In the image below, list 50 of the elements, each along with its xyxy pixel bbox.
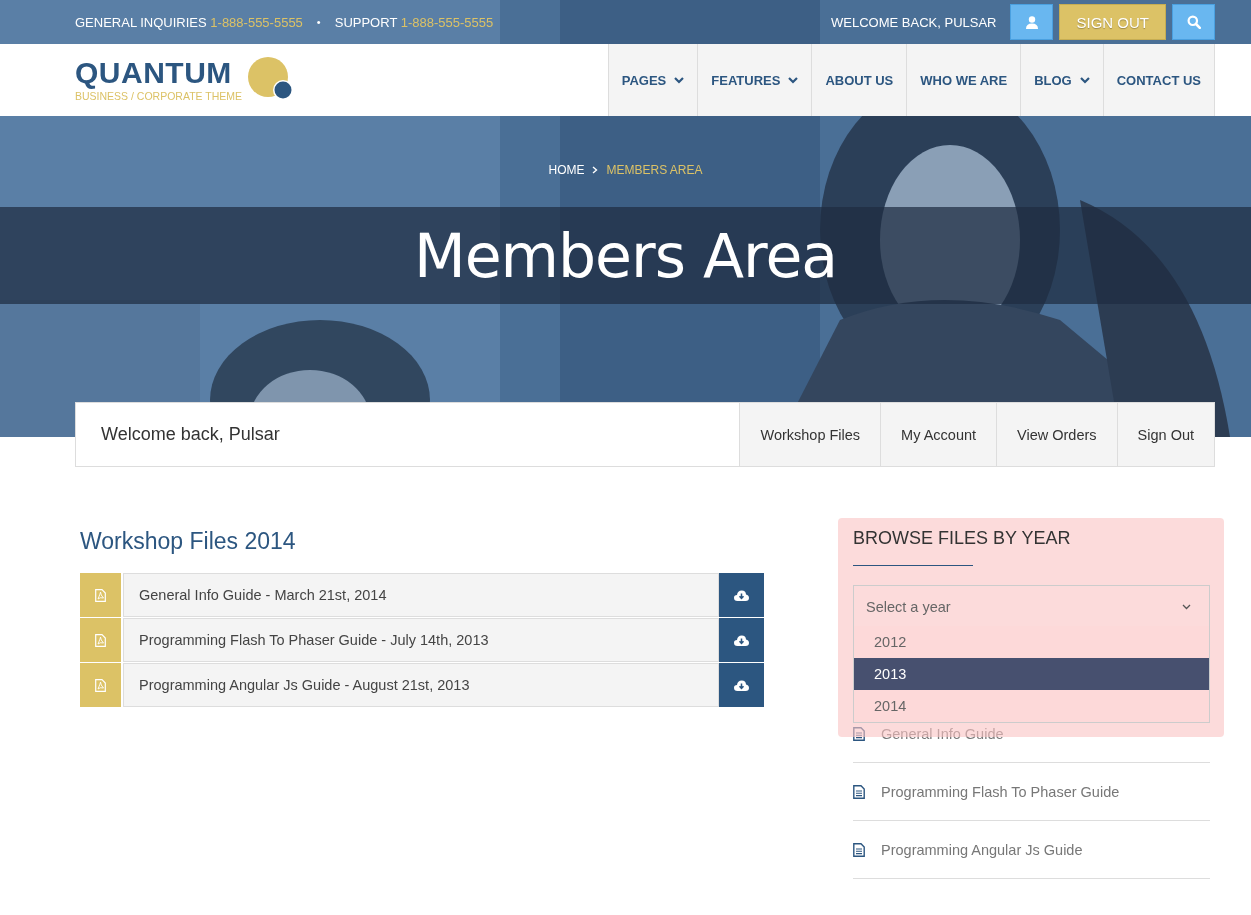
inquiries-text: GENERAL INQUIRIES 1-888-555-5555	[75, 14, 303, 30]
document-icon	[853, 726, 865, 741]
download-button[interactable]	[719, 663, 764, 707]
nav-item[interactable]: CONTACT US	[1103, 44, 1215, 116]
dropdown-option[interactable]: 2013	[854, 658, 1209, 690]
member-nav-tab[interactable]: My Account	[880, 403, 997, 466]
logo-name: QUANTUM	[75, 58, 233, 88]
nav-item[interactable]: BLOG	[1021, 44, 1104, 116]
chevron-down-icon	[674, 76, 685, 84]
dropdown-option[interactable]: 2014	[854, 690, 1209, 722]
document-icon	[853, 784, 865, 799]
file-name[interactable]: Programming Flash To Phaser Guide - July 14th, 2013	[123, 618, 719, 662]
chevron-down-icon	[1079, 76, 1090, 84]
nav-item[interactable]: FEATURES	[698, 44, 813, 116]
member-nav-tab[interactable]: Sign Out	[1116, 403, 1214, 466]
file-name[interactable]: Programming Angular Js Guide - August 21st, 2013	[123, 663, 719, 707]
section-title: Workshop Files 2014	[80, 528, 297, 555]
nav-item[interactable]: PAGES	[608, 44, 699, 116]
page-title: Members Area	[413, 220, 838, 291]
file-link[interactable]: Programming Flash To Phaser Guide	[881, 783, 1120, 800]
cloud-download-icon	[734, 589, 749, 601]
widget-title: BROWSE FILES BY YEAR	[853, 528, 1072, 549]
account-button[interactable]	[1010, 4, 1054, 40]
chevron-down-icon	[788, 76, 799, 84]
separator-dot: •	[316, 16, 321, 28]
document-icon	[853, 842, 865, 857]
cloud-download-icon	[734, 679, 749, 691]
file-link[interactable]: Programming Angular Js Guide	[881, 841, 1083, 858]
pdf-icon	[95, 588, 106, 602]
file-name[interactable]: General Info Guide - March 21st, 2014	[123, 573, 719, 617]
download-button[interactable]	[719, 573, 764, 617]
chevron-down-icon	[1182, 604, 1191, 610]
welcome-text: WELCOME BACK, PULSAR	[831, 14, 997, 30]
member-nav-tab[interactable]: View Orders	[996, 403, 1117, 466]
pdf-icon	[95, 678, 106, 692]
cloud-download-icon	[734, 634, 749, 646]
user-icon	[1026, 15, 1038, 29]
welcome-message: Welcome back, Pulsar	[101, 424, 280, 445]
breadcrumb-link[interactable]: HOME	[548, 163, 585, 177]
support-text: SUPPORT 1-888-555-5555	[334, 14, 494, 30]
nav-item[interactable]: WHO WE ARE	[907, 44, 1022, 116]
download-button[interactable]	[719, 618, 764, 662]
pdf-icon	[95, 633, 106, 647]
dropdown-option[interactable]: 2012	[854, 626, 1209, 658]
member-nav-tab[interactable]: Workshop Files	[739, 403, 881, 466]
chevron-right-icon	[592, 166, 599, 174]
logo-tagline: BUSINESS / CORPORATE THEME	[75, 90, 243, 102]
search-icon	[1186, 15, 1201, 29]
search-button[interactable]	[1172, 4, 1215, 40]
nav-item[interactable]: ABOUT US	[812, 44, 908, 116]
